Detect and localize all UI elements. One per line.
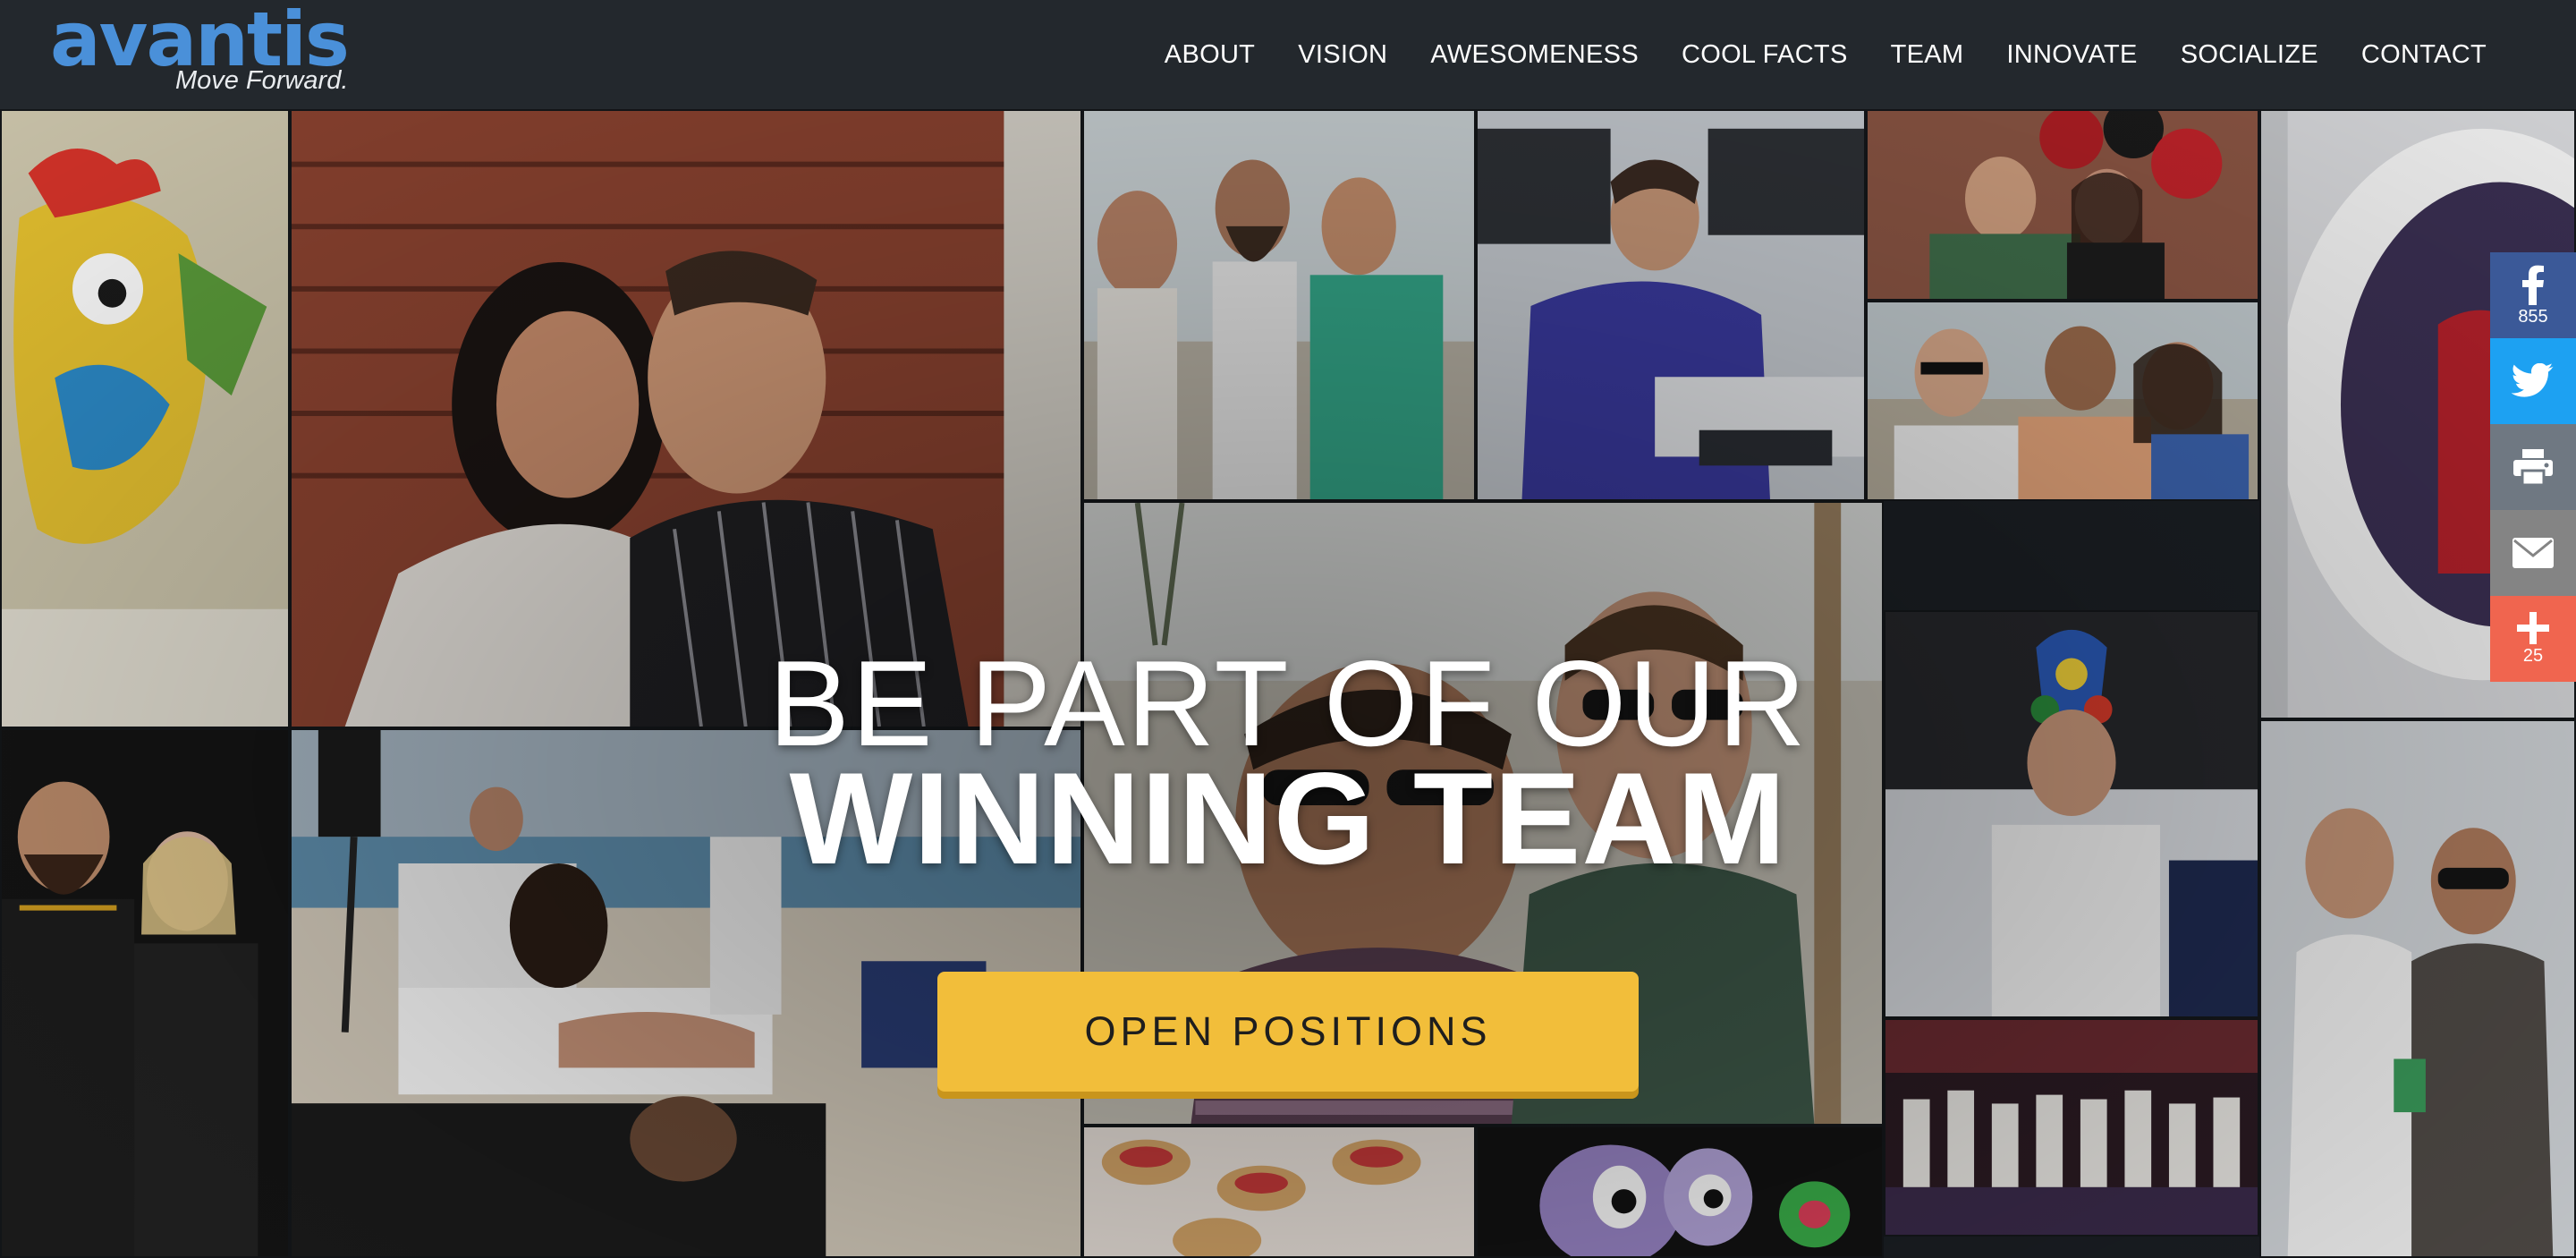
addthis-share-count: 25 [2522, 645, 2544, 666]
nav-cool-facts[interactable]: COOL FACTS [1682, 40, 1848, 70]
nav-socialize[interactable]: SOCIALIZE [2181, 40, 2318, 70]
photo-red-balloons [1866, 109, 2259, 301]
nav-awesomeness[interactable]: AWESOMENESS [1430, 40, 1639, 70]
facebook-share-button[interactable]: 855 [2490, 252, 2576, 338]
print-icon [2513, 449, 2553, 485]
photo-balloon-sculpture [1476, 1126, 1884, 1258]
twitter-icon [2512, 363, 2554, 397]
facebook-share-count: 855 [2518, 306, 2548, 327]
logo-tagline: Move Forward. [175, 66, 349, 95]
site-header: avantis Move Forward. ABOUT VISION AWESO… [0, 0, 2576, 109]
nav-about[interactable]: ABOUT [1165, 40, 1255, 70]
email-icon [2512, 538, 2554, 568]
open-positions-label: OPEN POSITIONS [1084, 1008, 1492, 1054]
photo-three-friends [1082, 109, 1476, 501]
nav-innovate[interactable]: INNOVATE [2006, 40, 2137, 70]
nav-contact[interactable]: CONTACT [2361, 40, 2487, 70]
twitter-share-button[interactable] [2490, 338, 2576, 424]
hero-heading-line2: WINNING TEAM [789, 745, 1787, 891]
plus-icon [2517, 611, 2549, 644]
photo-dance-floor [1884, 1018, 2259, 1237]
nav-team[interactable]: TEAM [1891, 40, 1964, 70]
nav-vision[interactable]: VISION [1298, 40, 1387, 70]
email-share-button[interactable] [2490, 510, 2576, 596]
photo-office-desk [1476, 109, 1866, 501]
avantis-logo[interactable]: avantis Move Forward. [50, 2, 350, 97]
social-share-bar: 855 25 [2490, 252, 2576, 682]
facebook-icon [2522, 265, 2544, 305]
addthis-share-button[interactable]: 25 [2490, 596, 2576, 682]
main-nav: ABOUT VISION AWESOMENESS COOL FACTS TEAM… [1122, 0, 2487, 109]
print-share-button[interactable] [2490, 424, 2576, 510]
photo-graffiti-rooster [0, 109, 290, 728]
photo-pastries [1082, 1126, 1476, 1258]
open-positions-button[interactable]: OPEN POSITIONS [937, 972, 1639, 1092]
photo-trio-sunglasses [1866, 301, 2259, 501]
